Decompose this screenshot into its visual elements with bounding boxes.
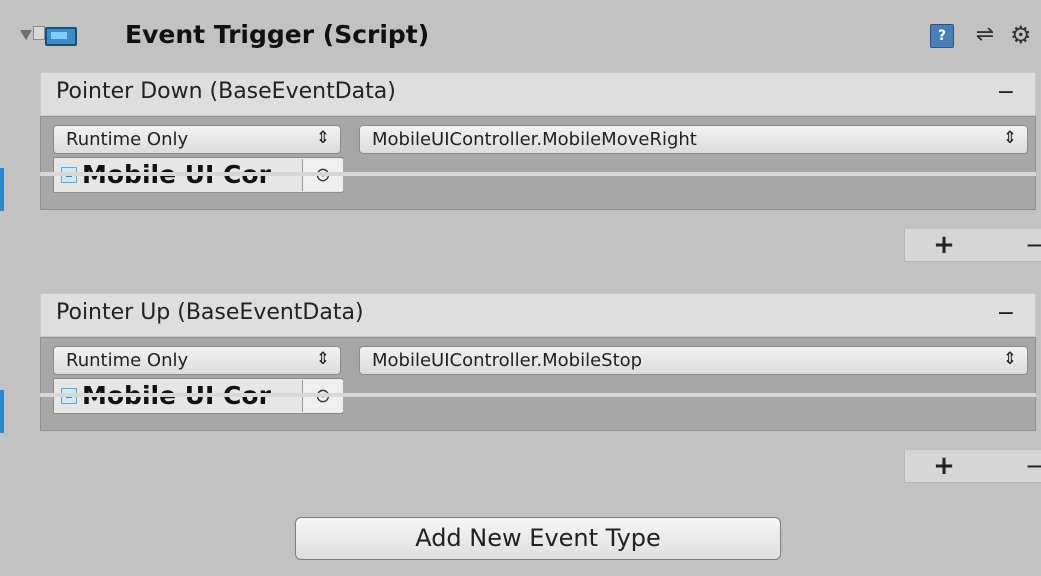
dropdown-arrow-icon: ⇕ [315, 128, 330, 148]
help-icon[interactable]: ? [930, 24, 954, 48]
event-title: Pointer Down (BaseEventData) [56, 79, 396, 104]
dropdown-arrow-icon: ⇕ [1002, 128, 1017, 148]
foldout-arrow-icon[interactable] [20, 30, 32, 40]
component-enable-checkbox[interactable] [33, 26, 45, 40]
method-dropdown[interactable]: MobileUIController.MobileStop ⇕ [359, 346, 1028, 375]
event-entry-pointer-up: Pointer Up (BaseEventData) − Runtime Onl… [40, 293, 1041, 483]
dropdown-arrow-icon: ⇕ [1002, 349, 1017, 369]
event-entry-pointer-down: Pointer Down (BaseEventData) − Runtime O… [40, 72, 1041, 262]
body-stripe [40, 172, 1036, 176]
selection-marker [0, 390, 4, 433]
selection-marker [0, 168, 4, 211]
event-title: Pointer Up (BaseEventData) [56, 300, 364, 325]
event-footer: + − [904, 229, 1041, 262]
add-listener-button[interactable]: + [929, 451, 959, 481]
remove-listener-button[interactable]: − [1015, 229, 1041, 261]
add-listener-button[interactable]: + [929, 230, 959, 260]
event-trigger-inspector: Event Trigger (Script) ? ⇌ ⚙ Pointer Dow… [0, 0, 1041, 576]
event-body: Runtime Only ⇕ MobileUIController.Mobile… [40, 116, 1036, 210]
runtime-value: Runtime Only [66, 129, 189, 150]
runtime-dropdown[interactable]: Runtime Only ⇕ [53, 346, 341, 375]
event-header: Pointer Down (BaseEventData) − [40, 72, 1036, 116]
runtime-dropdown[interactable]: Runtime Only ⇕ [53, 125, 341, 154]
gear-icon[interactable]: ⚙ [1010, 22, 1041, 48]
remove-event-button[interactable]: − [991, 297, 1021, 331]
method-dropdown[interactable]: MobileUIController.MobileMoveRight ⇕ [359, 125, 1028, 154]
event-body: Runtime Only ⇕ MobileUIController.Mobile… [40, 337, 1036, 431]
runtime-value: Runtime Only [66, 350, 189, 371]
method-value: MobileUIController.MobileMoveRight [372, 129, 697, 150]
event-footer: + − [904, 450, 1041, 483]
remove-event-button[interactable]: − [991, 76, 1021, 110]
presets-icon[interactable]: ⇌ [972, 22, 998, 48]
component-header: Event Trigger (Script) ? ⇌ ⚙ [0, 10, 1041, 62]
remove-listener-button[interactable]: − [1015, 450, 1041, 482]
body-stripe [40, 393, 1036, 397]
add-new-event-type-button[interactable]: Add New Event Type [295, 517, 781, 560]
script-icon [45, 27, 77, 46]
event-header: Pointer Up (BaseEventData) − [40, 293, 1036, 337]
method-value: MobileUIController.MobileStop [372, 350, 643, 371]
component-title: Event Trigger (Script) [125, 20, 430, 49]
dropdown-arrow-icon: ⇕ [315, 349, 330, 369]
